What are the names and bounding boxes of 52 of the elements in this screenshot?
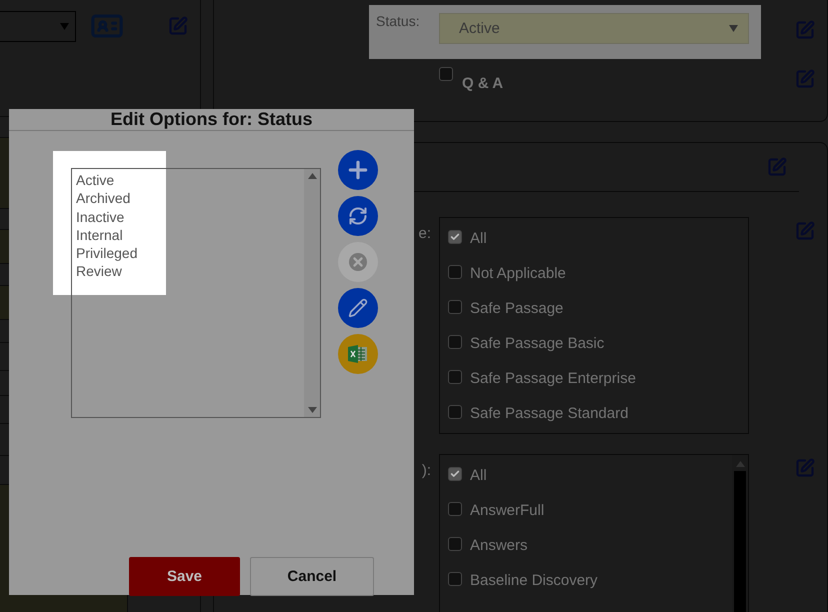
add-button[interactable]: [338, 150, 378, 190]
list-option[interactable]: Archived: [76, 189, 130, 208]
option-label: All: [470, 230, 487, 247]
list-option[interactable]: Inactive: [76, 208, 124, 226]
close-icon: [349, 253, 367, 271]
checkbox[interactable]: [448, 370, 462, 384]
checkbox[interactable]: [448, 502, 462, 516]
caret-icon: [60, 22, 69, 30]
option-label: AnswerFull: [470, 502, 544, 519]
checkbox[interactable]: [448, 300, 462, 314]
cancel-button[interactable]: Cancel: [250, 557, 374, 596]
option-label: Safe Passage Enterprise: [470, 370, 636, 387]
check-icon: [450, 469, 460, 479]
option-label: Safe Passage Standard: [470, 405, 628, 422]
option-label: Safe Passage: [470, 300, 564, 317]
list-option[interactable]: Active: [76, 171, 114, 190]
checkbox[interactable]: [448, 230, 462, 244]
refresh-icon: [348, 206, 368, 226]
list-option[interactable]: Internal: [76, 226, 123, 244]
checkbox-label: Q & A: [462, 74, 504, 92]
dialog-title: Edit Options for: Status: [9, 109, 414, 131]
arrow-down-icon: [308, 407, 316, 413]
option-label: All: [470, 467, 487, 484]
option-label: Not Applicable: [470, 265, 566, 282]
pencil-button[interactable]: [338, 288, 378, 328]
spreadsheet-button[interactable]: [338, 334, 378, 374]
arrow-up-icon: [308, 173, 316, 179]
status-label: Status:: [376, 13, 421, 29]
checkbox[interactable]: [448, 265, 462, 279]
arrow-up-icon: [736, 461, 744, 467]
checkbox[interactable]: [448, 572, 462, 586]
scrollbar[interactable]: [304, 169, 320, 417]
option-label: Answers: [470, 537, 528, 554]
dropdown-field[interactable]: [0, 10, 76, 42]
pencil-icon: [348, 298, 368, 318]
field-label: ):: [420, 462, 432, 479]
option-label: Safe Passage Basic: [470, 335, 604, 352]
checkbox[interactable]: [439, 67, 453, 81]
check-icon: [450, 232, 460, 242]
spreadsheet-icon: [348, 345, 368, 363]
checkbox[interactable]: [448, 537, 462, 551]
options-listbox[interactable]: Active Archived Inactive Internal Privileged Review: [71, 168, 321, 418]
list-option[interactable]: Review: [76, 262, 122, 281]
caret-icon: [729, 25, 738, 32]
list-option[interactable]: Privileged: [76, 244, 138, 262]
save-button[interactable]: Save: [129, 557, 240, 596]
checkbox[interactable]: [448, 335, 462, 349]
checkbox[interactable]: [448, 405, 462, 419]
option-label: Baseline Discovery: [470, 572, 598, 589]
field-label: e:: [417, 225, 432, 242]
refresh-button[interactable]: [338, 196, 378, 236]
checkbox[interactable]: [448, 467, 462, 481]
